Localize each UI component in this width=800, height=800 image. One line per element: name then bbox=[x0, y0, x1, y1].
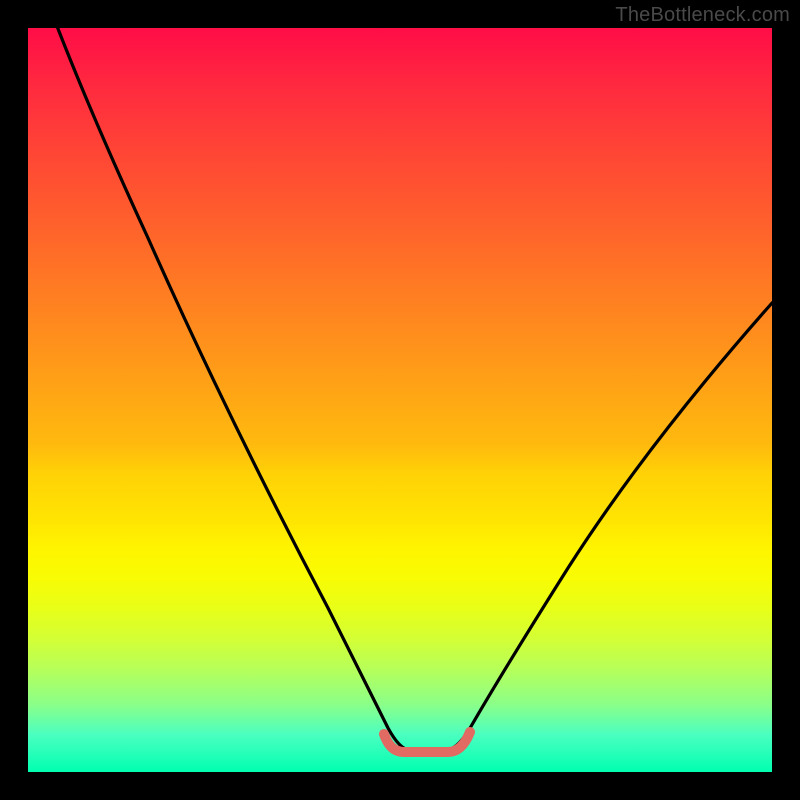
chart-plot-area bbox=[28, 28, 772, 772]
bottleneck-curve bbox=[28, 28, 772, 772]
watermark-text: TheBottleneck.com bbox=[615, 4, 790, 27]
curve-path bbox=[50, 28, 772, 750]
